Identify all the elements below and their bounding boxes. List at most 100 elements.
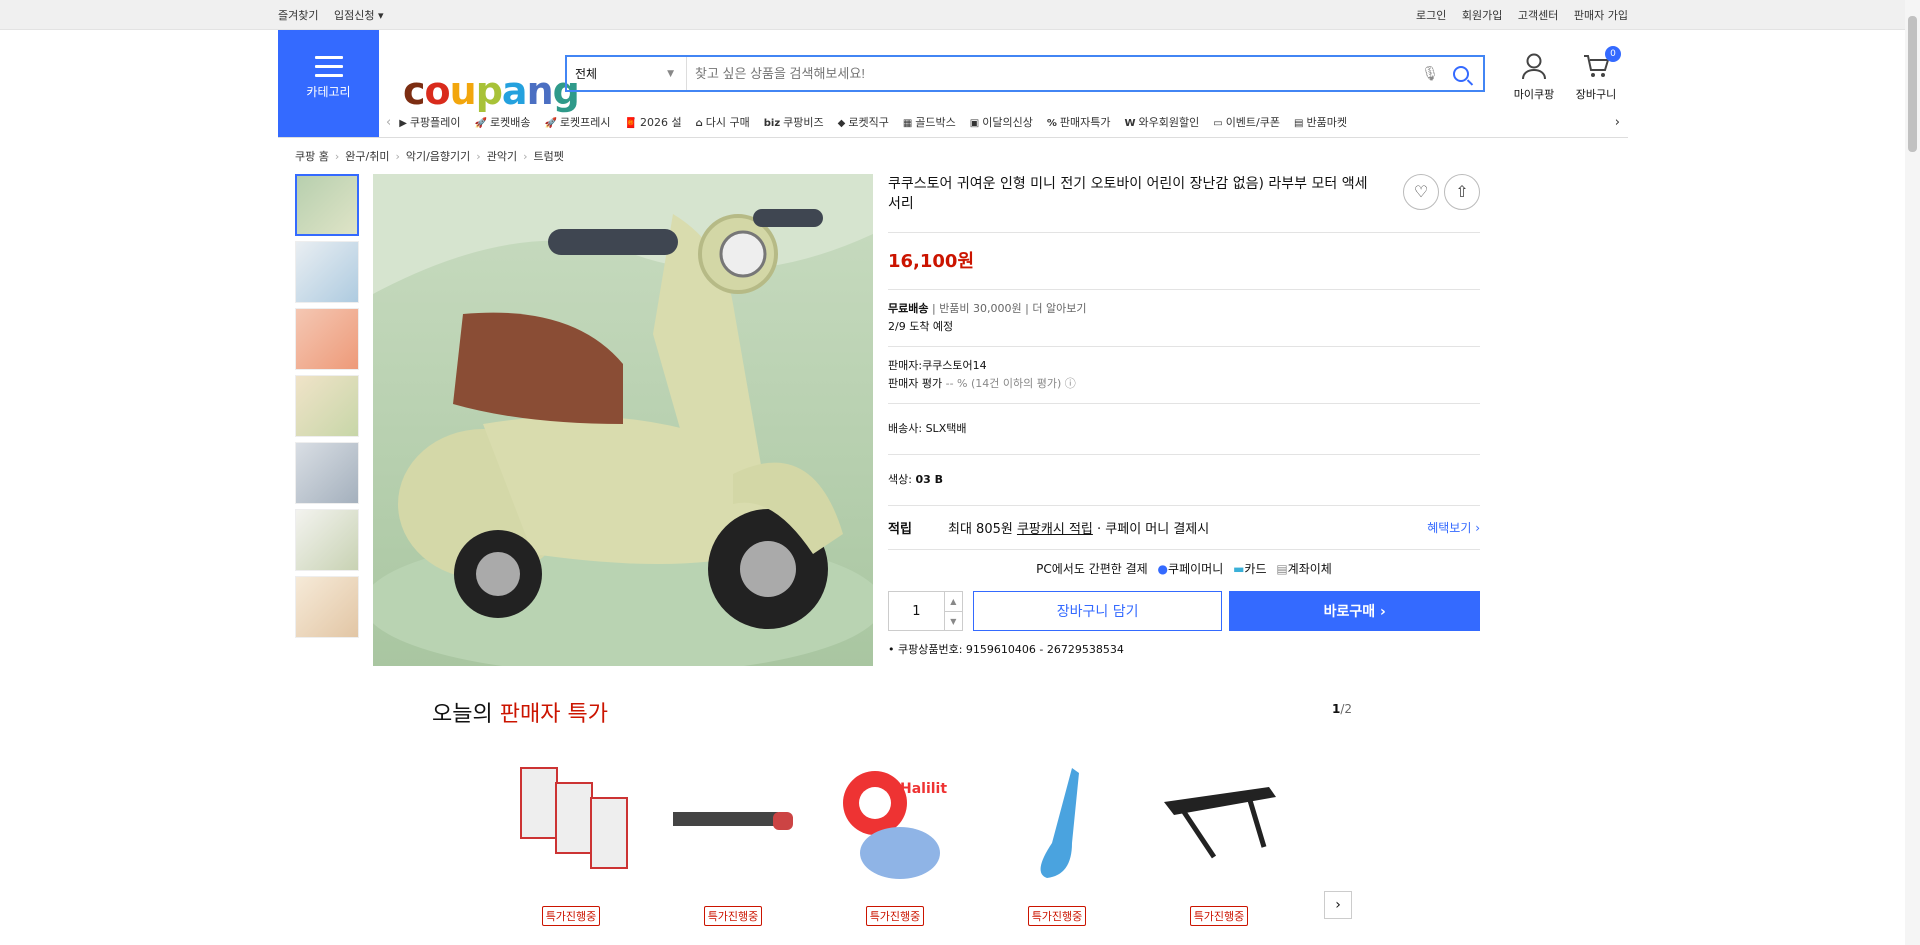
mycoupang-label: 마이쿠팡 (1513, 88, 1555, 101)
shortcut-item[interactable]: ▤ 반품마켓 (1294, 114, 1347, 130)
bookmark-link[interactable]: 즐겨찾기 (278, 9, 318, 22)
coupang-logo[interactable]: coupang (403, 69, 580, 113)
category-menu-button[interactable]: 카테고리 (278, 30, 379, 137)
logo-letter: n (526, 69, 554, 113)
deal-tag: 특가진행중 (1027, 906, 1087, 926)
coupang-cash-link[interactable]: 쿠팡캐시 적립 (1017, 522, 1093, 537)
share-icon[interactable]: ⇧ (1444, 174, 1480, 210)
add-to-cart-button[interactable]: 장바구니 담기 (972, 591, 1223, 631)
breadcrumb-item[interactable]: 악기/음향기기 (406, 150, 470, 163)
svg-text:Halilit: Halilit (900, 781, 947, 797)
benefit-row: 적립 최대 805원 쿠팡캐시 적립 · 쿠페이 머니 결제시 혜택보기 › (888, 506, 1480, 549)
breadcrumb-item[interactable]: 관악기 (487, 150, 517, 163)
page-scrollbar[interactable] (1905, 0, 1920, 945)
scrollbar-thumb[interactable] (1908, 16, 1917, 152)
thumbnail-2[interactable] (295, 241, 359, 303)
breadcrumb-item[interactable]: 트럼펫 (533, 150, 563, 163)
deal-card[interactable]: 특가진행중 (490, 758, 652, 926)
deal-card[interactable]: 특가진행중 (652, 758, 814, 926)
search-input[interactable] (687, 57, 1422, 90)
quantity-input[interactable]: 1 (889, 604, 944, 619)
login-link[interactable]: 로그인 (1416, 9, 1446, 22)
shortcut-item[interactable]: 🧧 2026 설 (625, 114, 682, 130)
deal-card-list: 특가진행중 특가진행중 Halilit 특가진행중 특가진행중 특가진행중 (490, 758, 1352, 926)
buy-now-button[interactable]: 바로구매 › (1229, 591, 1480, 631)
search-icon[interactable] (1453, 65, 1469, 82)
breadcrumb-item[interactable]: 쿠팡 홈 (295, 150, 329, 163)
shortcut-icon: 🧧 (624, 118, 637, 129)
chevron-right-icon[interactable]: › (1615, 115, 1620, 130)
carrier-label: 배송사: (888, 422, 923, 435)
thumbnail-1[interactable] (295, 174, 359, 236)
shortcut-item[interactable]: ▭ 이벤트/쿠폰 (1213, 114, 1280, 130)
deal-card[interactable]: 특가진행중 (1138, 758, 1300, 926)
microphone-icon[interactable]: 🎙 (1421, 66, 1439, 82)
thumbnail-3[interactable] (295, 308, 359, 370)
chevron-right-icon[interactable]: › (1324, 891, 1352, 919)
shortcut-item[interactable]: 🚀 로켓배송 (475, 114, 531, 130)
thumbnail-list (295, 174, 359, 643)
shortcut-item[interactable]: W 와우회원할인 (1124, 114, 1199, 130)
shortcut-label: 쿠팡플레이 (409, 116, 461, 129)
seller-name[interactable]: 판매자:쿠쿠스토어14 (888, 357, 1480, 375)
customer-center-link[interactable]: 고객센터 (1518, 9, 1558, 22)
breadcrumb-separator: › (476, 150, 481, 163)
signup-link[interactable]: 회원가입 (1462, 9, 1502, 22)
seller-apply-link[interactable]: 입점신청 ▾ (334, 9, 384, 22)
breadcrumb-item[interactable]: 완구/취미 (345, 150, 389, 163)
mycoupang-button[interactable]: 마이쿠팡 (1503, 52, 1565, 102)
shortcut-icon: ▭ (1213, 118, 1223, 129)
deal-image: Halilit (814, 758, 976, 886)
shortcut-item[interactable]: ◆ 로켓직구 (838, 114, 889, 130)
info-icon[interactable]: ⓘ (1065, 377, 1076, 390)
seller-rating-label: 판매자 평가 (888, 377, 943, 390)
shortcut-category-bar: ‹ ▶ 쿠팡플레이 🚀 로켓배송 🚀 로켓프레시 🧧 2026 설 ⌂ 다시 구매 biz 쿠팡비즈 ◆… (386, 110, 1628, 134)
color-label: 색상: (888, 473, 912, 486)
breadcrumb-separator: › (523, 150, 528, 163)
thumbnail-4[interactable] (295, 375, 359, 437)
product-id: 쿠팡상품번호: 9159610406 - 26729538534 (898, 643, 1124, 656)
quantity-stepper: 1 ▲ ▼ (888, 591, 963, 631)
shortcut-item[interactable]: ▦ 골드박스 (903, 114, 956, 130)
product-section: 쿠쿠스토어 귀여운 인형 미니 전기 오토바이 어린이 장난감 없음) 라부부 … (278, 174, 1628, 674)
shortcut-item[interactable]: 🚀 로켓프레시 (544, 114, 610, 130)
thumbnail-7[interactable] (295, 576, 359, 638)
deal-image (652, 758, 814, 886)
shortcut-item[interactable]: ▶ 쿠팡플레이 (399, 114, 460, 130)
heart-icon[interactable]: ♡ (1403, 174, 1439, 210)
search-category-select[interactable]: 전체 ▼ (567, 57, 687, 90)
thumbnail-5[interactable] (295, 442, 359, 504)
shortcut-item[interactable]: biz 쿠팡비즈 (764, 114, 824, 130)
benefit-view-link[interactable]: 혜택보기 › (1427, 519, 1480, 536)
deal-image (1138, 758, 1300, 886)
cart-label: 장바구니 (1575, 88, 1617, 101)
pay-coupay: 쿠페이머니 (1168, 562, 1224, 576)
shortcut-label: 다시 구매 (705, 116, 750, 129)
product-main-image[interactable] (373, 174, 873, 666)
qty-down-icon[interactable]: ▼ (944, 611, 962, 631)
thumbnail-6[interactable] (295, 509, 359, 571)
breadcrumb: 쿠팡 홈 › 완구/취미 › 악기/음향기기 › 관악기 › 트럼펫 (278, 138, 1628, 174)
shortcut-label: 반품마켓 (1306, 116, 1347, 129)
shortcut-icon: 🚀 (544, 118, 557, 129)
color-value[interactable]: 03 B (915, 473, 943, 486)
hamburger-icon (314, 56, 343, 77)
deal-card[interactable]: 특가진행중 (976, 758, 1138, 926)
cart-button[interactable]: 장바구니 0 (1565, 46, 1627, 102)
shortcut-icon: % (1046, 118, 1057, 129)
shortcut-icon: ◆ (837, 118, 846, 129)
chevron-left-icon[interactable]: ‹ (386, 115, 391, 130)
shortcut-item[interactable]: ⌂ 다시 구매 (696, 114, 750, 130)
more-info-link[interactable]: 더 알아보기 (1032, 302, 1086, 315)
payment-methods: PC에서도 간편한 결제 ●쿠페이머니 ▬카드 ▤계좌이체 (888, 550, 1480, 587)
return-fee: 반품비 30,000원 (939, 302, 1022, 315)
product-info: 쿠쿠스토어 귀여운 인형 미니 전기 오토바이 어린이 장난감 없음) 라부부 … (888, 174, 1480, 656)
deal-image (490, 758, 652, 886)
shortcut-item[interactable]: % 판매자특가 (1047, 114, 1111, 130)
deal-tag: 특가진행중 (865, 906, 925, 926)
qty-up-icon[interactable]: ▲ (945, 592, 962, 611)
breadcrumb-separator: › (334, 150, 340, 163)
deal-card[interactable]: Halilit 특가진행중 (814, 758, 976, 926)
seller-signup-link[interactable]: 판매자 가입 (1574, 9, 1628, 22)
shortcut-item[interactable]: ▣ 이달의신상 (970, 114, 1033, 130)
